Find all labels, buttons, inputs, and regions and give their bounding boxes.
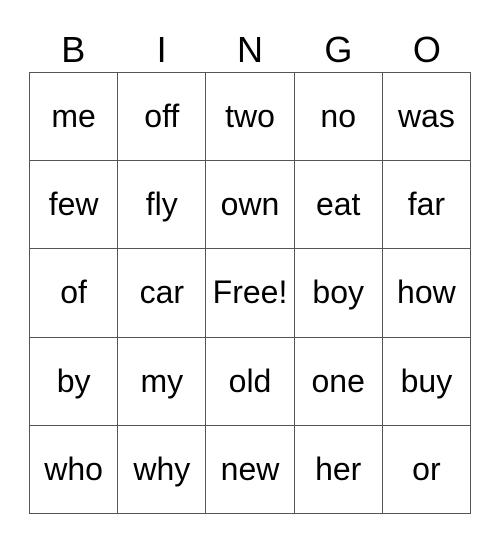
bingo-cell[interactable]: me (30, 73, 119, 162)
bingo-cell[interactable]: who (30, 425, 119, 514)
bingo-cell[interactable]: her (294, 425, 383, 514)
bingo-cell[interactable]: or (382, 425, 471, 514)
header-letter-n: N (237, 29, 264, 70)
bingo-cell[interactable]: boy (294, 249, 383, 338)
bingo-grid: me off two no was few fly own eat far of… (29, 72, 471, 514)
header-letter-b: B (61, 29, 86, 70)
bingo-cell[interactable]: buy (382, 337, 471, 426)
bingo-cell[interactable]: was (382, 73, 471, 162)
bingo-cell[interactable]: how (382, 249, 471, 338)
bingo-cell[interactable]: no (294, 73, 383, 162)
header-letter-i: I (156, 29, 167, 70)
bingo-cell[interactable]: eat (294, 161, 383, 250)
bingo-cell[interactable]: of (30, 249, 119, 338)
bingo-cell[interactable]: two (206, 73, 295, 162)
bingo-cell[interactable]: new (206, 425, 295, 514)
header-letter-o: O (412, 29, 441, 70)
bingo-cell[interactable]: off (118, 73, 207, 162)
bingo-cell[interactable]: my (118, 337, 207, 426)
bingo-cell[interactable]: by (30, 337, 119, 426)
bingo-cell[interactable]: one (294, 337, 383, 426)
bingo-cell[interactable]: car (118, 249, 207, 338)
bingo-cell[interactable]: old (206, 337, 295, 426)
bingo-cell[interactable]: far (382, 161, 471, 250)
bingo-cell[interactable]: few (30, 161, 119, 250)
free-space-cell[interactable]: Free! (206, 249, 295, 338)
header-letter-g: G (324, 29, 353, 70)
bingo-header: B I N G O (29, 28, 471, 72)
bingo-cell[interactable]: why (118, 425, 207, 514)
bingo-cell[interactable]: own (206, 161, 295, 250)
bingo-cell[interactable]: fly (118, 161, 207, 250)
